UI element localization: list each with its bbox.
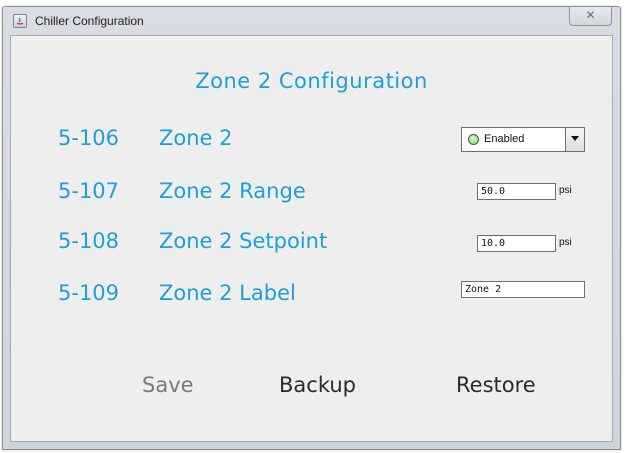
- backup-button[interactable]: Backup: [279, 373, 356, 397]
- row-zone-setpoint: 5-108 Zone 2 Setpoint: [58, 229, 327, 253]
- row-zone: 5-106 Zone 2: [58, 126, 233, 150]
- param-code: 5-108: [58, 229, 120, 253]
- config-window: Chiller Configuration ✕ Zone 2 Configura…: [2, 6, 621, 450]
- row-zone-range: 5-107 Zone 2 Range: [58, 179, 306, 203]
- close-icon: ✕: [585, 8, 596, 22]
- dropdown-arrow-button[interactable]: [565, 128, 584, 151]
- chevron-down-icon: [571, 136, 579, 141]
- zone-label-input[interactable]: Zone 2: [461, 281, 585, 298]
- setpoint-unit: psi: [559, 237, 572, 248]
- param-label: Zone 2 Label: [159, 281, 296, 305]
- param-code: 5-107: [58, 179, 120, 203]
- param-label: Zone 2 Setpoint: [159, 229, 328, 253]
- save-button[interactable]: Save: [142, 373, 194, 397]
- restore-button[interactable]: Restore: [456, 373, 536, 397]
- row-zone-label: 5-109 Zone 2 Label: [58, 281, 296, 305]
- param-code: 5-109: [58, 281, 120, 305]
- range-unit: psi: [559, 185, 572, 196]
- status-indicator-icon: [468, 134, 479, 145]
- param-label: Zone 2: [159, 126, 233, 150]
- zone-range-input[interactable]: 50.0: [477, 183, 556, 200]
- param-code: 5-106: [58, 126, 120, 150]
- param-label: Zone 2 Range: [159, 179, 306, 203]
- title-bar[interactable]: Chiller Configuration ✕: [3, 7, 620, 35]
- window-title: Chiller Configuration: [35, 14, 144, 28]
- content-panel: Zone 2 Configuration 5-106 Zone 2 5-107 Zo…: [10, 35, 613, 442]
- close-button[interactable]: ✕: [569, 7, 612, 26]
- page-title: Zone 2 Configuration: [195, 69, 428, 93]
- zone-setpoint-input[interactable]: 10.0: [477, 235, 556, 252]
- zone-state-dropdown[interactable]: Enabled: [461, 127, 585, 152]
- java-app-icon: [13, 14, 27, 28]
- zone-state-value: Enabled: [484, 133, 525, 145]
